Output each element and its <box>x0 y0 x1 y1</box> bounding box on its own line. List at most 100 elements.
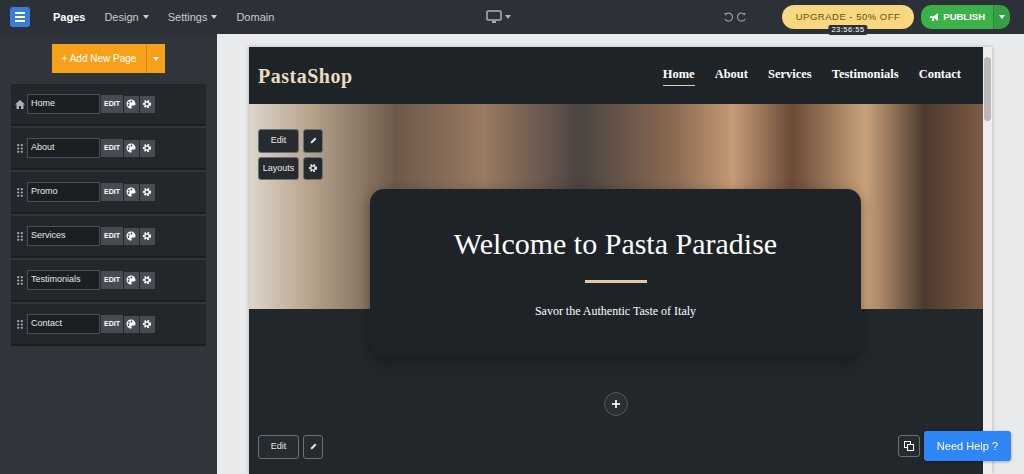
site-logo[interactable]: PastaShop <box>258 61 353 91</box>
page-name-field[interactable]: Promo <box>27 182 100 202</box>
page-item[interactable]: PromoEDIT <box>11 172 206 212</box>
page-design-button[interactable] <box>124 184 139 201</box>
site-nav-link[interactable]: Testimonials <box>832 65 899 87</box>
site-nav-link[interactable]: Contact <box>919 65 961 87</box>
scrollbar[interactable] <box>983 47 992 474</box>
page-settings-button[interactable] <box>140 228 155 245</box>
menu-label: Design <box>104 9 138 26</box>
hero-divider <box>585 280 647 283</box>
add-page-group: + Add New Page <box>0 44 217 73</box>
add-section-button[interactable] <box>604 392 628 416</box>
palette-icon <box>126 99 136 109</box>
floating-help: Need Help ? <box>898 431 1011 462</box>
gear-icon <box>142 319 152 329</box>
menu-item[interactable]: Pages <box>53 9 85 26</box>
drag-handle-icon[interactable] <box>14 144 26 153</box>
undo-icon[interactable] <box>723 12 733 22</box>
page-edit-button[interactable]: EDIT <box>101 139 123 158</box>
hero-subtitle: Savor the Authentic Taste of Italy <box>370 302 861 320</box>
section-edit-button[interactable]: Edit <box>258 435 299 459</box>
page-edit-button[interactable]: EDIT <box>101 227 123 246</box>
site-content: PastaShop Home About Services Testimonials Co… <box>249 47 983 474</box>
page-name-field[interactable]: Testimonials <box>27 270 100 290</box>
page-item[interactable]: ServicesEDIT <box>11 216 206 256</box>
hero-settings-button[interactable] <box>303 157 323 181</box>
page-name-field[interactable]: Home <box>27 94 100 114</box>
page-name-field[interactable]: Contact <box>27 314 100 334</box>
drag-handle-icon[interactable] <box>14 188 26 197</box>
page-design-button[interactable] <box>124 316 139 333</box>
caret-icon <box>999 15 1005 19</box>
duplicate-button[interactable] <box>898 435 920 457</box>
tool-row: Edit <box>258 129 323 153</box>
site-nav: Home About Services Testimonials Contact <box>663 65 961 87</box>
page-name-field[interactable]: About <box>27 138 100 158</box>
menu-label: Settings <box>168 9 208 26</box>
history-buttons <box>723 12 747 22</box>
logo-icon <box>10 7 30 27</box>
workspace: + Add New PageHomeEDITAboutEDITPromoEDIT… <box>0 34 1024 474</box>
publish-button[interactable]: PUBLISH <box>921 5 993 29</box>
hero-card: Welcome to Pasta Paradise Savor the Authe… <box>370 189 861 357</box>
page-design-button[interactable] <box>124 228 139 245</box>
page-edit-button[interactable]: EDIT <box>101 95 123 114</box>
gear-icon <box>142 143 152 153</box>
page-settings-button[interactable] <box>140 140 155 157</box>
palette-icon <box>126 187 136 197</box>
add-page-button[interactable]: + Add New Page <box>52 44 148 73</box>
publish-options[interactable] <box>993 5 1010 29</box>
palette-icon <box>126 275 136 285</box>
redo-icon[interactable] <box>737 12 747 22</box>
scrollbar-thumb[interactable] <box>984 57 991 121</box>
page-settings-button[interactable] <box>140 184 155 201</box>
upgrade-button[interactable]: UPGRADE - 50% OFF23:56:55 <box>782 5 915 29</box>
copy-icon <box>904 441 914 451</box>
page-item[interactable]: TestimonialsEDIT <box>11 260 206 300</box>
drag-handle-icon[interactable] <box>14 232 26 241</box>
layouts-button[interactable]: Layouts <box>258 157 299 181</box>
pages-sidebar: + Add New PageHomeEDITAboutEDITPromoEDIT… <box>0 34 217 474</box>
menu-item[interactable]: Domain <box>236 9 274 26</box>
section-tools: Edit <box>258 435 983 459</box>
hero-edit-button[interactable]: Edit <box>258 129 299 153</box>
site-nav-link[interactable]: About <box>715 65 748 87</box>
page-settings-button[interactable] <box>140 272 155 289</box>
page-edit-button[interactable]: EDIT <box>101 183 123 202</box>
page-item[interactable]: HomeEDIT <box>11 84 206 124</box>
caret-icon <box>143 15 149 19</box>
tool-row: Edit <box>258 435 983 459</box>
page-design-button[interactable] <box>124 140 139 157</box>
hero-style-button[interactable] <box>303 129 323 153</box>
page-item[interactable]: ContactEDIT <box>11 304 206 344</box>
section-style-button[interactable] <box>303 435 323 459</box>
device-switch[interactable] <box>486 10 511 24</box>
page-settings-button[interactable] <box>140 96 155 113</box>
page-settings-button[interactable] <box>140 316 155 333</box>
page-design-button[interactable] <box>124 272 139 289</box>
gear-icon <box>142 99 152 109</box>
preview-canvas: PastaShop Home About Services Testimonials Co… <box>217 34 1024 474</box>
hero-title: Welcome to Pasta Paradise <box>370 227 861 262</box>
page-item[interactable]: AboutEDIT <box>11 128 206 168</box>
drag-handle-icon[interactable] <box>14 276 26 285</box>
countdown-timer: 23:56:55 <box>828 25 867 35</box>
caret-icon <box>211 15 217 19</box>
palette-icon <box>126 319 136 329</box>
drag-handle-icon[interactable] <box>14 320 26 329</box>
add-page-options[interactable] <box>147 44 165 73</box>
site-nav-link[interactable]: Services <box>768 65 812 87</box>
site-nav-link[interactable]: Home <box>663 65 695 87</box>
page-name-field[interactable]: Services <box>27 226 100 246</box>
hero-section: Edit Welcome to Pasta Paradise Savor the A… <box>249 104 983 474</box>
top-bar: Pages Design Settings Domain UPGRADE - 50% O… <box>0 0 1024 34</box>
caret-icon <box>153 57 159 61</box>
page-design-button[interactable] <box>124 96 139 113</box>
pencil-icon <box>309 136 318 145</box>
menu-item[interactable]: Settings <box>168 9 218 26</box>
page-edit-button[interactable]: EDIT <box>101 315 123 334</box>
menu-item[interactable]: Design <box>104 9 148 26</box>
help-button[interactable]: Need Help ? <box>924 431 1011 462</box>
gear-icon <box>142 275 152 285</box>
page-edit-button[interactable]: EDIT <box>101 271 123 290</box>
plus-icon <box>612 400 620 408</box>
